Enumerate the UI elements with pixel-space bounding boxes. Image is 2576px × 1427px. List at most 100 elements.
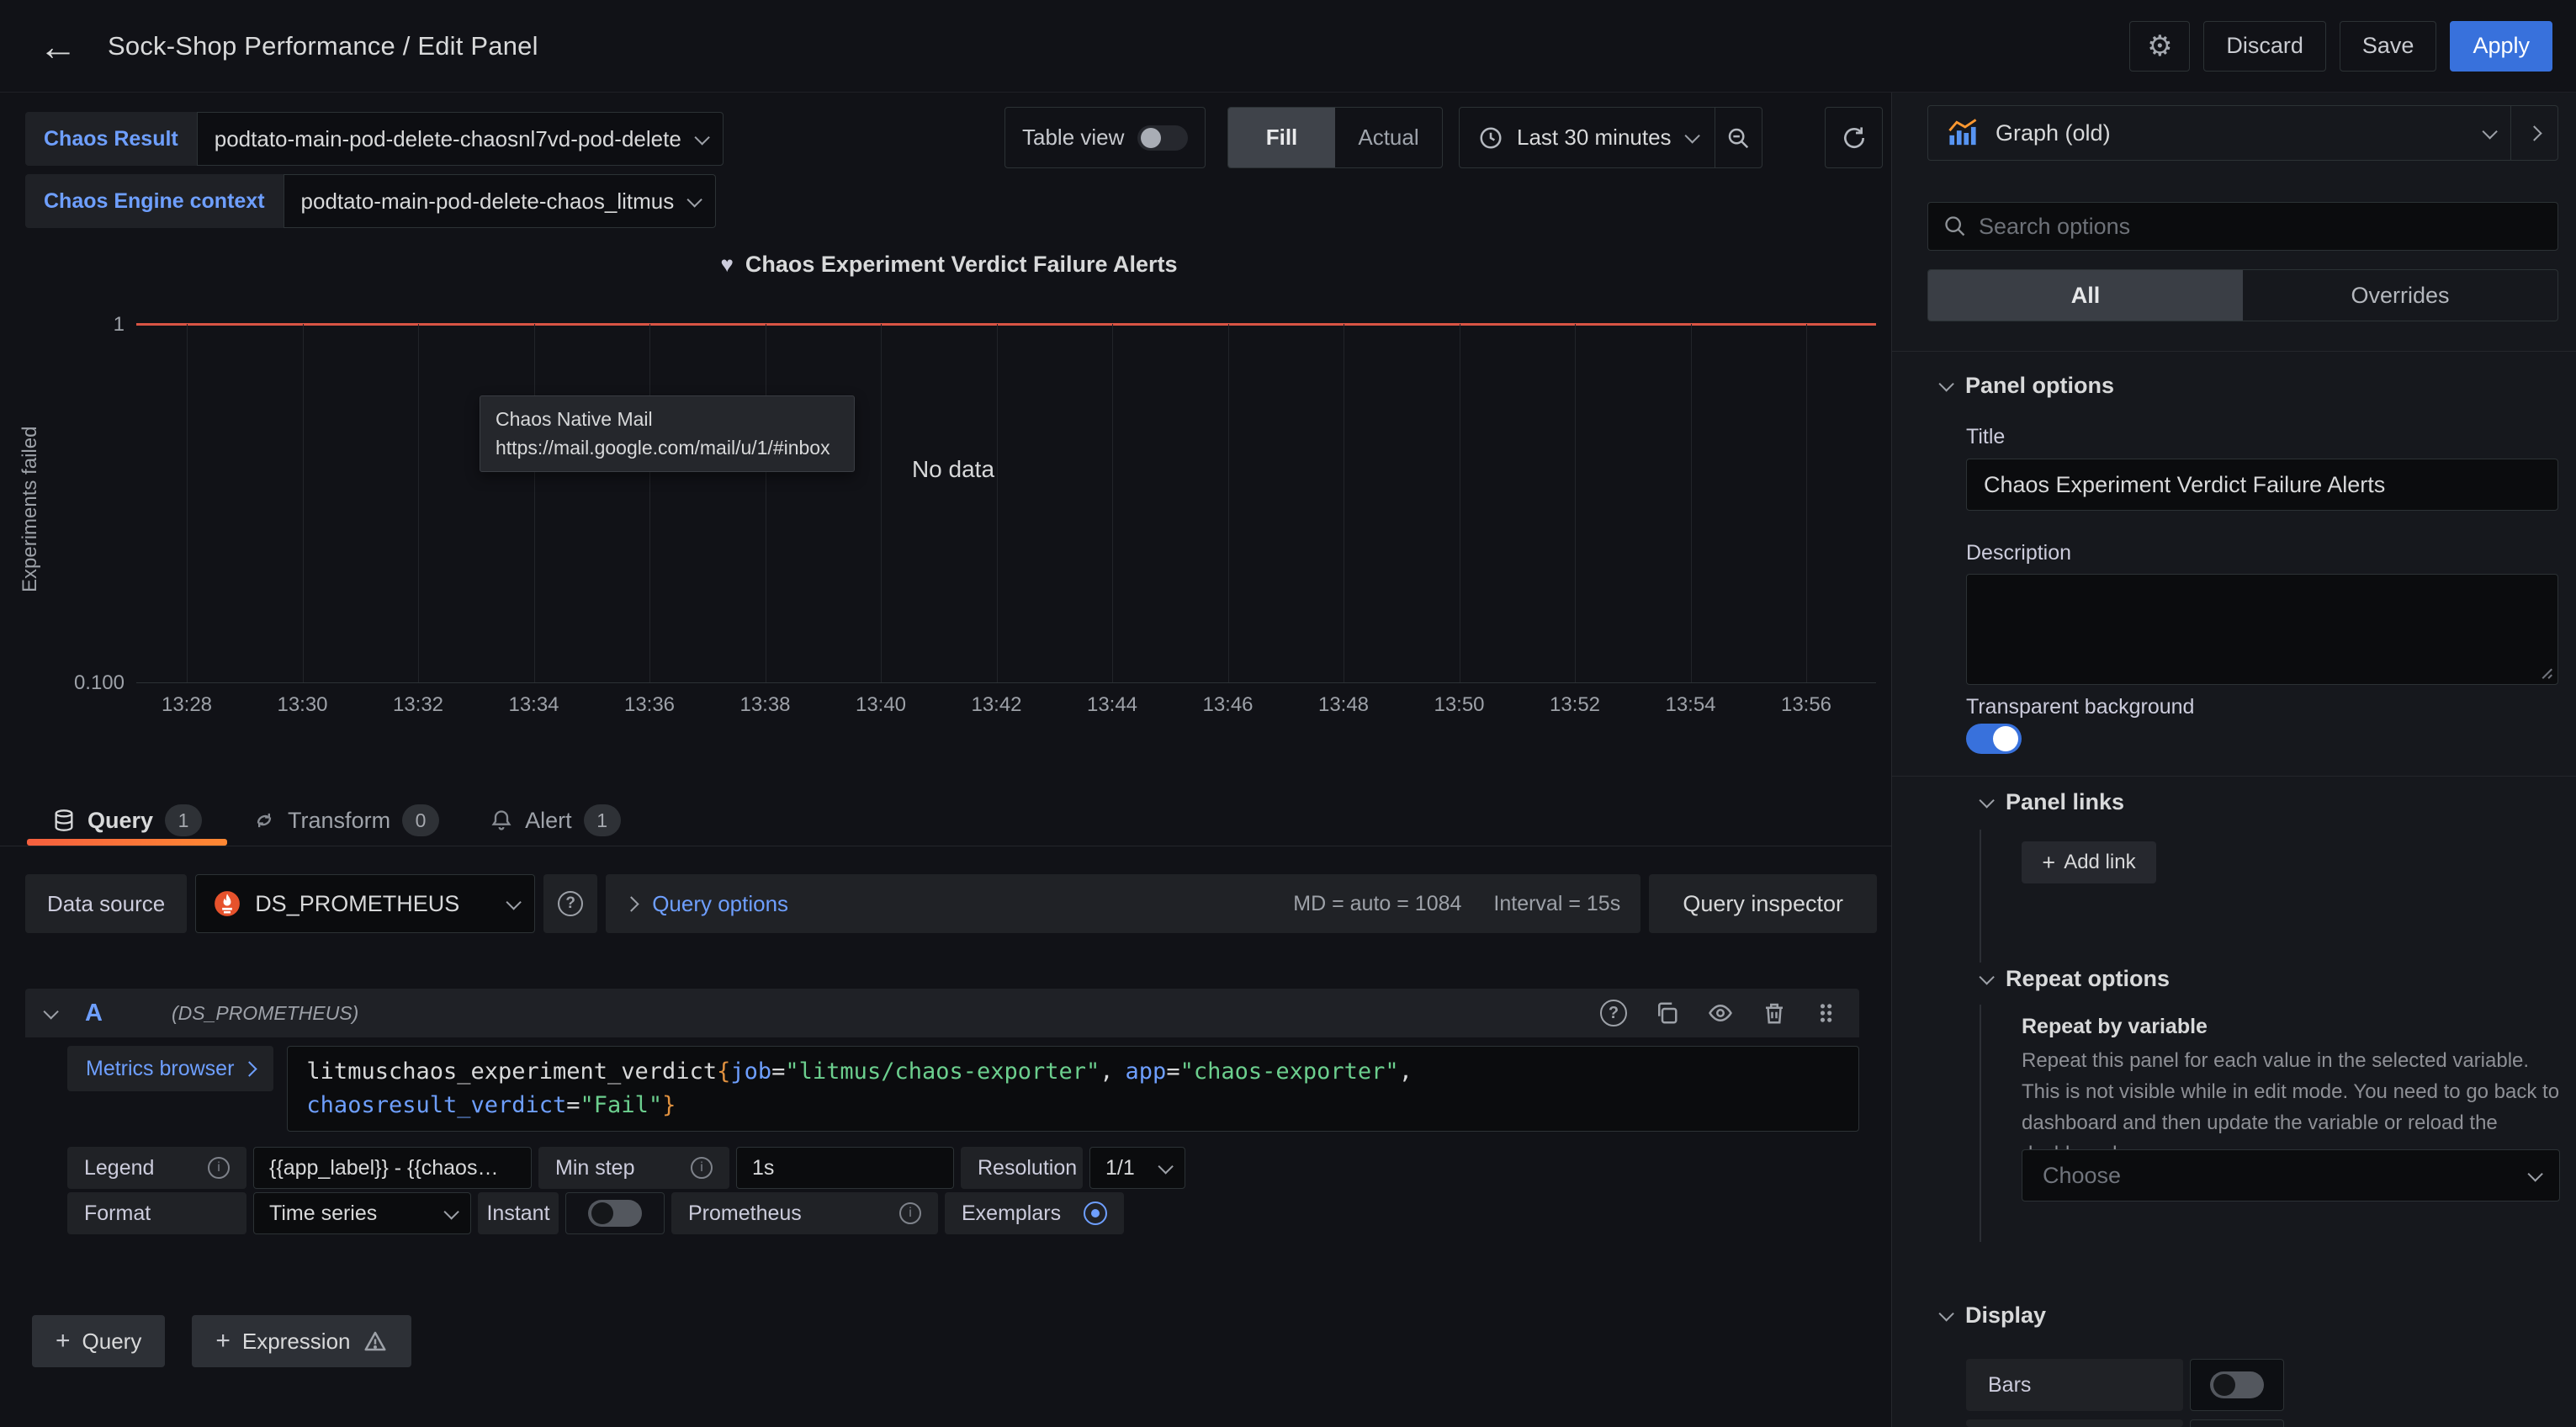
repeat-options-header[interactable]: Repeat options	[1980, 966, 2170, 992]
save-button[interactable]: Save	[2340, 21, 2437, 72]
collapse-pane-button[interactable]	[2510, 106, 2557, 160]
next-option-row-partial	[1966, 1419, 2183, 1427]
transform-icon	[252, 809, 276, 832]
table-view-toggle[interactable]	[1137, 125, 1188, 151]
collapse-chevron-icon[interactable]	[43, 1004, 58, 1019]
add-link-button[interactable]: + Add link	[2022, 841, 2156, 883]
query-options-bar: Query options MD = auto = 1084 Interval …	[606, 874, 1640, 933]
min-step-input[interactable]: 1s	[736, 1147, 954, 1189]
x-tick-label: 13:56	[1756, 693, 1857, 717]
query-inspector-button[interactable]: Query inspector	[1649, 874, 1877, 933]
plot-area[interactable]	[136, 324, 1876, 683]
visualization-select[interactable]: Graph (old)	[1928, 106, 2510, 160]
transparent-background-label: Transparent background	[1966, 695, 2194, 719]
transparent-background-toggle[interactable]	[1966, 724, 2022, 754]
gridline	[1228, 324, 1229, 682]
apply-button[interactable]: Apply	[2450, 21, 2552, 72]
panel-header[interactable]: ♥ Chaos Experiment Verdict Failure Alert…	[0, 247, 1898, 281]
chevron-down-icon	[1979, 793, 1994, 808]
tab-query[interactable]: Query 1	[27, 795, 227, 846]
format-select[interactable]: Time series	[253, 1192, 471, 1234]
gridline	[187, 324, 188, 682]
exemplars-eye-icon[interactable]	[1084, 1202, 1107, 1225]
query-actions: + Query + Expression	[32, 1315, 411, 1367]
search-input[interactable]	[1979, 214, 2542, 240]
datasource-picker[interactable]: DS_PROMETHEUS	[195, 874, 535, 933]
chevron-down-icon	[1938, 376, 1953, 391]
bars-label-chip: Bars	[1966, 1359, 2183, 1411]
description-textarea[interactable]	[1966, 574, 2558, 685]
query-options-toggle[interactable]: Query options	[652, 891, 788, 917]
format-label-chip: Format	[67, 1192, 246, 1234]
query-ref-id: A	[85, 1000, 103, 1027]
variable-value-dropdown[interactable]: podtato-main-pod-delete-chaos_litmus	[284, 174, 717, 228]
tab-overrides[interactable]: Overrides	[2243, 270, 2557, 321]
heart-icon: ♥	[720, 253, 733, 275]
query-options-row-2: Format Time series Instant Prometheusi E…	[67, 1192, 1124, 1234]
actual-option[interactable]: Actual	[1335, 108, 1442, 167]
tab-count-badge: 0	[402, 804, 439, 836]
tab-alert[interactable]: Alert 1	[464, 795, 646, 846]
interval-value: Interval = 15s	[1493, 892, 1620, 916]
copy-icon[interactable]	[1654, 1000, 1679, 1026]
gridline	[649, 324, 650, 682]
trash-icon[interactable]	[1762, 1000, 1787, 1026]
gridline	[881, 324, 882, 682]
add-query-button[interactable]: + Query	[32, 1315, 165, 1367]
x-tick-label: 13:36	[599, 693, 700, 717]
drag-handle-icon[interactable]	[1814, 1000, 1837, 1026]
chevron-down-icon	[1938, 1306, 1953, 1321]
prometheus-icon	[213, 889, 241, 918]
tab-all[interactable]: All	[1928, 270, 2243, 321]
refresh-icon	[1841, 125, 1868, 151]
help-icon[interactable]: ?	[1600, 1000, 1627, 1026]
info-icon[interactable]: i	[899, 1202, 921, 1224]
resize-handle-icon[interactable]	[2536, 662, 2554, 681]
next-toggle-partial	[2190, 1419, 2284, 1427]
bars-toggle[interactable]	[2210, 1371, 2264, 1398]
display-header[interactable]: Display	[1939, 1302, 2046, 1329]
table-view-label: Table view	[1022, 125, 1124, 151]
discard-button[interactable]: Discard	[2203, 21, 2326, 72]
indent-guide	[1980, 830, 1981, 963]
query-row-header: A (DS_PROMETHEUS) ?	[25, 989, 1859, 1037]
legend-input[interactable]: {{app_label}} - {{chaos…	[253, 1147, 532, 1189]
back-arrow-icon[interactable]: ←	[39, 27, 77, 66]
max-data-points: MD = auto = 1084	[1293, 892, 1461, 916]
x-tick-label: 13:46	[1178, 693, 1279, 717]
tab-transform[interactable]: Transform 0	[227, 795, 464, 846]
title-field-label: Title	[1966, 425, 2005, 449]
panel-title-input[interactable]	[1966, 459, 2558, 511]
tab-label: Transform	[288, 808, 390, 834]
zoom-out-button[interactable]	[1715, 108, 1762, 167]
query-expression-row: Metrics browser litmuschaos_experiment_v…	[67, 1046, 1859, 1132]
refresh-button[interactable]	[1825, 107, 1883, 168]
tab-label: Query	[87, 808, 153, 834]
panel-links-header[interactable]: Panel links	[1980, 789, 2124, 815]
clock-icon	[1478, 125, 1503, 151]
resolution-select[interactable]: 1/1	[1089, 1147, 1185, 1189]
datasource-row: Data source DS_PROMETHEUS ? Query option…	[25, 874, 1877, 933]
divider	[1892, 351, 2576, 352]
chevron-down-icon	[687, 192, 702, 207]
add-expression-button[interactable]: + Expression	[192, 1315, 411, 1367]
fill-option[interactable]: Fill	[1228, 108, 1335, 167]
eye-icon[interactable]	[1706, 1000, 1735, 1026]
code-line-1: litmuschaos_experiment_verdict{job="litm…	[306, 1055, 1840, 1089]
metrics-browser-button[interactable]: Metrics browser	[67, 1046, 273, 1091]
promql-code-editor[interactable]: litmuschaos_experiment_verdict{job="litm…	[287, 1046, 1859, 1132]
instant-toggle[interactable]	[588, 1200, 642, 1227]
panel-settings-button[interactable]: ⚙	[2129, 21, 2190, 72]
info-icon[interactable]: i	[691, 1157, 713, 1179]
repeat-variable-select[interactable]: Choose	[2022, 1149, 2560, 1202]
prometheus-type-chip: Prometheusi	[671, 1192, 938, 1234]
variable-value-dropdown[interactable]: podtato-main-pod-delete-chaosnl7vd-pod-d…	[197, 112, 724, 166]
panel-options-header[interactable]: Panel options	[1939, 373, 2114, 399]
time-range-picker[interactable]: Last 30 minutes	[1460, 108, 1715, 167]
gridline	[418, 324, 419, 682]
y-tick-max: 1	[71, 313, 125, 337]
info-icon[interactable]: i	[208, 1157, 230, 1179]
variable-value: podtato-main-pod-delete-chaos_litmus	[301, 188, 675, 215]
gridline	[1806, 324, 1807, 682]
datasource-help-button[interactable]: ?	[543, 874, 597, 933]
